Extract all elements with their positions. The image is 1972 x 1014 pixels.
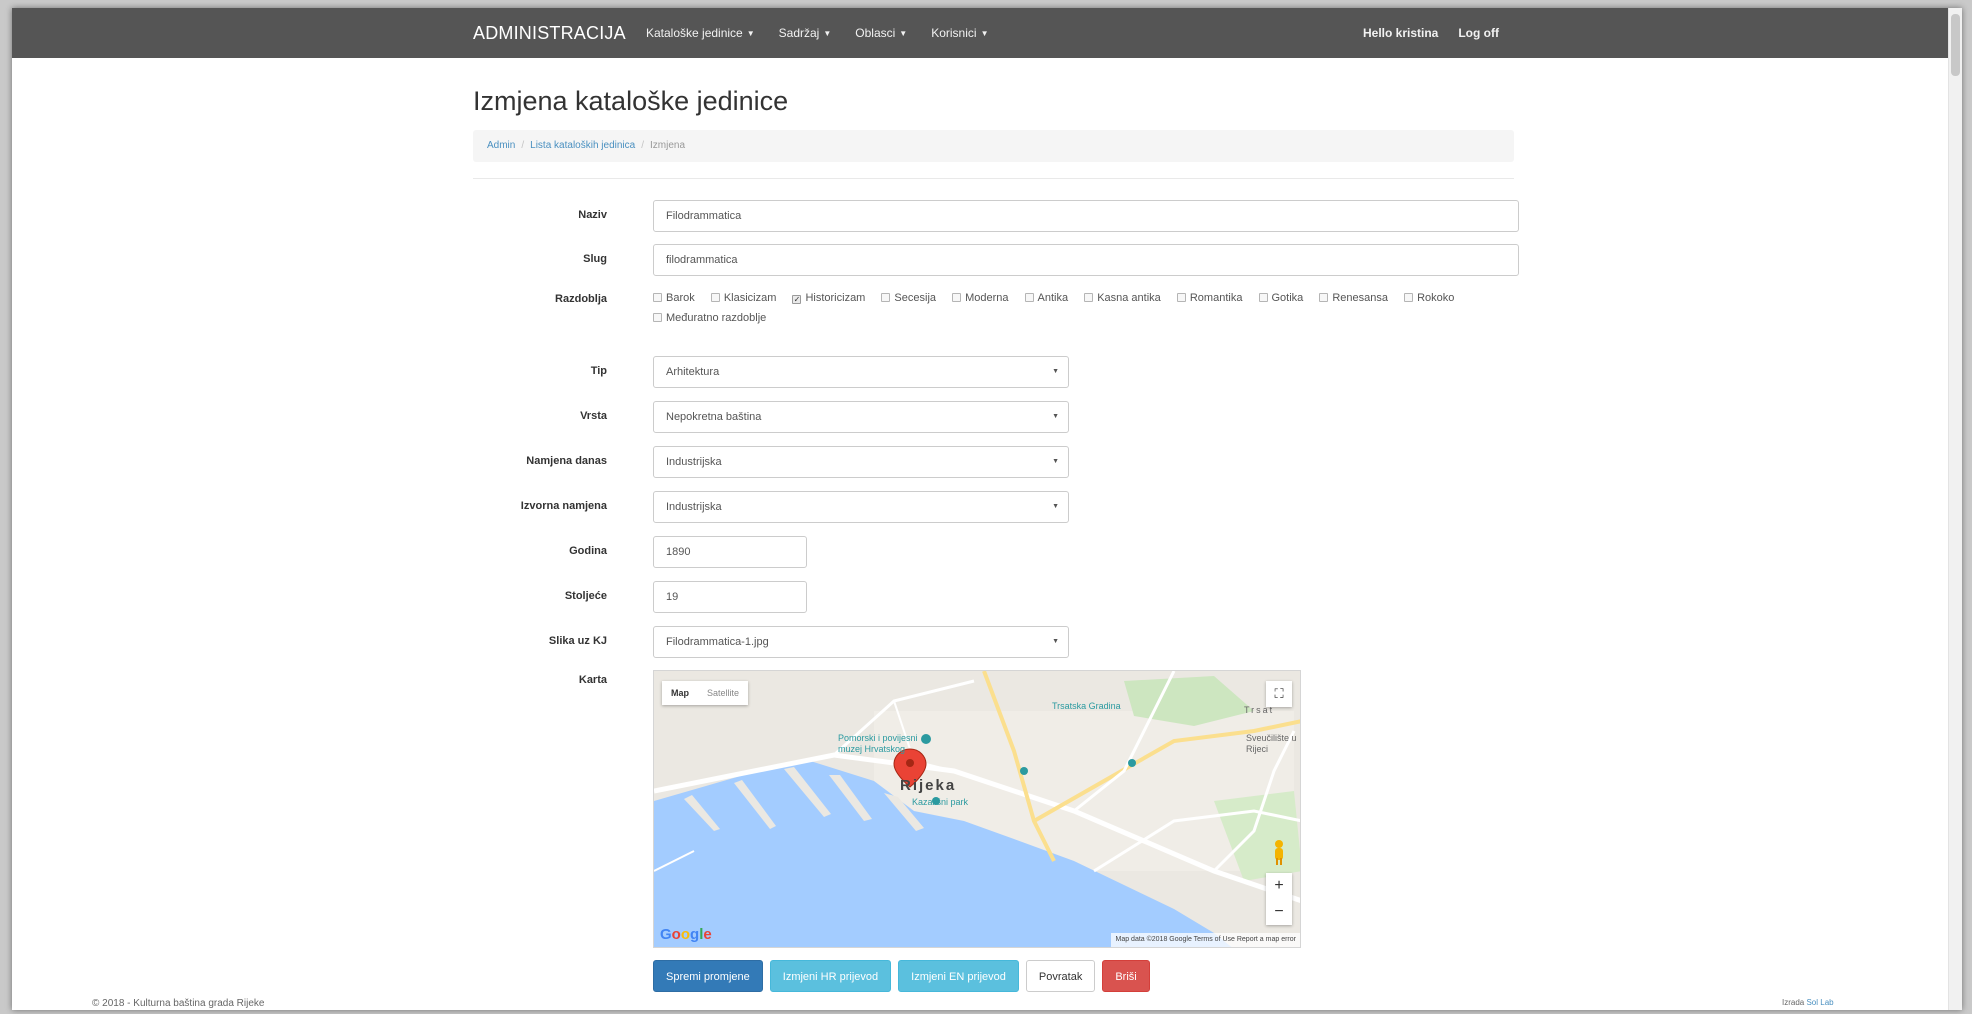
checkbox-gotika[interactable]: Gotika	[1258, 288, 1303, 308]
namjena-danas-select[interactable]: Industrijska ▼	[653, 446, 1069, 478]
pegman-icon[interactable]	[1270, 839, 1288, 865]
select-arrow-icon: ▼	[1052, 413, 1059, 420]
razdoblja-checkboxes: Barok Klasicizam ✓ Historicizam Secesija …	[653, 288, 1523, 328]
checkbox-antika[interactable]: Antika	[1024, 288, 1068, 308]
izvorna-namjena-label: Izvorna namjena	[520, 500, 607, 512]
map-label-university: Sveučilište u Rijeci	[1246, 733, 1297, 754]
fullscreen-icon[interactable]: ⛶	[1266, 681, 1292, 707]
slug-label: Slug	[583, 253, 607, 265]
scrollbar-thumb[interactable]	[1951, 14, 1960, 76]
vrsta-select[interactable]: Nepokretna baština ▼	[653, 401, 1069, 433]
checkbox-icon	[1404, 293, 1414, 302]
edit-hr-translation-button[interactable]: Izmjeni HR prijevod	[769, 960, 892, 992]
logoff-link[interactable]: Log off	[1448, 8, 1509, 58]
zoom-out-icon[interactable]: −	[1266, 899, 1292, 925]
map-label-city: Rijeka	[900, 777, 957, 794]
checkbox-renesansa[interactable]: Renesansa	[1319, 288, 1388, 308]
checkbox-icon	[1176, 293, 1186, 302]
checkbox-klasicizam[interactable]: Klasicizam	[710, 288, 776, 308]
checkbox-icon	[1319, 293, 1329, 302]
map-type-satellite-button[interactable]: Satellite	[698, 681, 748, 705]
scrollbar[interactable]	[1948, 8, 1962, 1010]
divider	[473, 178, 1514, 179]
checkbox-icon	[1084, 293, 1094, 302]
page-title: Izmjena kataloške jedinice	[473, 86, 789, 116]
user-greeting-link[interactable]: Hello kristina	[1353, 8, 1448, 58]
delete-button[interactable]: Briši	[1102, 960, 1150, 992]
caret-down-icon: ▼	[980, 29, 989, 38]
footer-copyright: © 2018 - Kulturna baština grada Rijeke	[92, 998, 265, 1009]
godina-label: Godina	[569, 545, 607, 557]
checkbox-romantika[interactable]: Romantika	[1176, 288, 1242, 308]
izvorna-namjena-select[interactable]: Industrijska ▼	[653, 491, 1069, 523]
select-arrow-icon: ▼	[1052, 458, 1059, 465]
vrsta-label: Vrsta	[580, 410, 607, 422]
stoljece-input[interactable]: 19	[653, 581, 807, 613]
map-type-control: Map Satellite	[662, 681, 749, 705]
navbar-menu: Kataloške jedinice ▼ Sadržaj ▼ Oblasci ▼ Ko…	[634, 8, 1000, 58]
google-logo: Google	[660, 926, 712, 943]
checkbox-icon	[710, 293, 720, 302]
checkbox-icon	[881, 293, 891, 302]
checkbox-meduratno[interactable]: Međuratno razdoblje	[653, 308, 766, 328]
checkbox-rokoko[interactable]: Rokoko	[1404, 288, 1454, 308]
browser-window: ADMINISTRACIJA Kataloške jedinice ▼ Sadrž…	[12, 8, 1962, 1010]
checkbox-kasna-antika[interactable]: Kasna antika	[1084, 288, 1161, 308]
map-zoom-control: + −	[1266, 873, 1292, 925]
breadcrumb-list[interactable]: Lista kataloških jedinica	[530, 140, 635, 151]
checkbox-historicizam[interactable]: ✓ Historicizam	[792, 288, 865, 308]
navbar-brand[interactable]: ADMINISTRACIJA	[473, 23, 626, 44]
breadcrumb: Admin / Lista kataloških jedinica / Izmjena	[473, 130, 1514, 162]
form-actions: Spremi promjene Izmjeni HR prijevod Izmj…	[653, 960, 1157, 992]
edit-en-translation-button[interactable]: Izmjeni EN prijevod	[898, 960, 1019, 992]
map-canvas[interactable]	[654, 671, 1301, 948]
naziv-input[interactable]: Filodrammatica	[653, 200, 1519, 232]
navbar-right: Hello kristina Log off	[1353, 8, 1509, 58]
caret-down-icon: ▼	[823, 29, 832, 38]
caret-down-icon: ▼	[746, 29, 755, 38]
tip-select[interactable]: Arhitektura ▼	[653, 356, 1069, 388]
select-arrow-icon: ▼	[1052, 638, 1059, 645]
map-label-museum: Pomorski i povijesni muzej Hrvatskog	[838, 733, 918, 754]
naziv-label: Naziv	[578, 209, 607, 221]
godina-input[interactable]: 1890	[653, 536, 807, 568]
select-arrow-icon: ▼	[1052, 368, 1059, 375]
save-button[interactable]: Spremi promjene	[653, 960, 763, 992]
namjena-danas-label: Namjena danas	[526, 455, 607, 467]
map-label-trsat-castle: Trsatska Gradina	[1052, 701, 1121, 711]
checkbox-icon	[653, 293, 662, 302]
footer-credit: Izrada Sol Lab	[1782, 998, 1834, 1007]
breadcrumb-admin[interactable]: Admin	[487, 140, 515, 151]
breadcrumb-current: Izmjena	[649, 140, 685, 151]
checkbox-icon	[653, 313, 662, 322]
stoljece-label: Stoljeće	[564, 590, 607, 602]
zoom-in-icon[interactable]: +	[1266, 873, 1292, 899]
checkbox-secesija[interactable]: Secesija	[881, 288, 936, 308]
checkbox-barok[interactable]: Barok	[653, 288, 695, 308]
karta-label: Karta	[578, 674, 607, 686]
checkbox-icon	[1258, 293, 1268, 302]
slika-select[interactable]: Filodrammatica-1.jpg ▼	[653, 626, 1069, 658]
nav-item-korisnici[interactable]: Korisnici ▼	[919, 8, 1000, 58]
caret-down-icon: ▼	[899, 29, 908, 38]
slika-label: Slika uz KJ	[548, 635, 607, 647]
map-attribution[interactable]: Map data ©2018 Google Terms of Use Repor…	[1111, 933, 1300, 947]
checkbox-icon	[1024, 293, 1034, 302]
slug-input[interactable]: filodrammatica	[653, 244, 1519, 276]
select-arrow-icon: ▼	[1052, 503, 1059, 510]
razdoblja-label: Razdoblja	[555, 293, 607, 305]
navbar: ADMINISTRACIJA Kataloške jedinice ▼ Sadrž…	[12, 8, 1962, 58]
checkbox-icon	[952, 293, 962, 302]
nav-item-oblasci[interactable]: Oblasci ▼	[843, 8, 919, 58]
checkbox-moderna[interactable]: Moderna	[952, 288, 1008, 308]
nav-item-sadrzaj[interactable]: Sadržaj ▼	[767, 8, 844, 58]
map-label-park: Kazališni park	[912, 797, 969, 807]
nav-item-katalog[interactable]: Kataloške jedinice ▼	[634, 8, 767, 58]
footer-credit-link[interactable]: Sol Lab	[1806, 998, 1833, 1007]
tip-label: Tip	[590, 365, 607, 377]
map-widget[interactable]: Trsatska Gradina Trsat Pomorski i povije…	[653, 670, 1301, 948]
back-button[interactable]: Povratak	[1025, 960, 1096, 992]
map-type-map-button[interactable]: Map	[662, 681, 698, 705]
checkbox-checked-icon: ✓	[792, 295, 802, 304]
